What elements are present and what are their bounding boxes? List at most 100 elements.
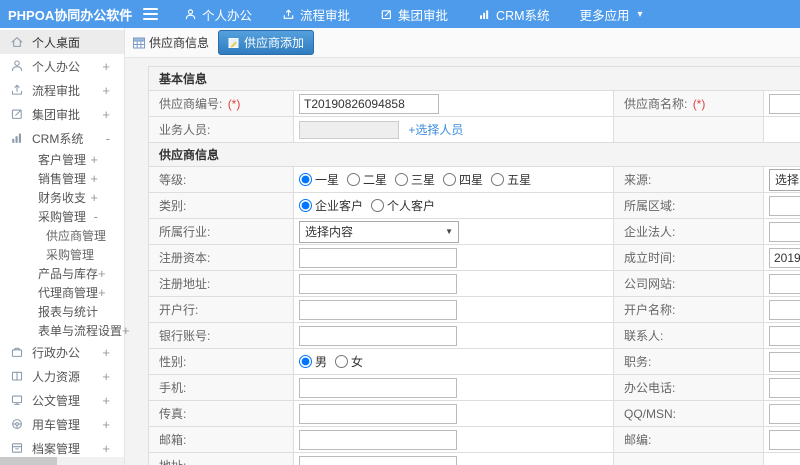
- radio-option[interactable]: 五星: [491, 171, 531, 188]
- sidebar-item-label: 个人办公: [32, 59, 81, 74]
- radio-option[interactable]: 二星: [347, 171, 387, 188]
- supplier-name-input[interactable]: [769, 93, 800, 114]
- sidebar-item-purchasing[interactable]: 采购管理: [0, 245, 124, 264]
- category-radio[interactable]: [299, 199, 312, 212]
- gender-radio[interactable]: [335, 355, 349, 368]
- supplier-name-cell: [762, 90, 800, 117]
- position-input[interactable]: [769, 351, 800, 372]
- contact-input[interactable]: [769, 325, 800, 346]
- sidebar-item-supplier-mgmt[interactable]: 供应商管理: [0, 226, 124, 245]
- topnav-item-more-apps[interactable]: 更多应用 ▾: [580, 5, 643, 24]
- category-radio[interactable]: [371, 199, 385, 212]
- sidebar-item-personal-office[interactable]: 个人办公 +: [0, 54, 124, 78]
- level-radio[interactable]: [347, 173, 361, 186]
- level-radio[interactable]: [299, 173, 312, 186]
- region-input[interactable]: [769, 195, 800, 216]
- supplier-no-input[interactable]: [299, 93, 439, 114]
- sales-person-input[interactable]: [299, 120, 399, 139]
- address-input[interactable]: [299, 455, 457, 465]
- sidebar-item-admin-office[interactable]: 行政办公 +: [0, 340, 124, 364]
- expander[interactable]: +: [98, 266, 106, 281]
- topnav-item-group-approval[interactable]: 集团审批: [380, 5, 448, 24]
- sidebar-item-vehicle-mgmt[interactable]: 用车管理 +: [0, 412, 124, 436]
- expander[interactable]: +: [102, 107, 110, 122]
- radio-option[interactable]: 一星: [299, 171, 339, 188]
- radio-option[interactable]: 企业客户: [299, 197, 363, 214]
- radio-option[interactable]: 三星: [395, 171, 435, 188]
- expander[interactable]: +: [102, 393, 110, 408]
- legal-person-input[interactable]: [769, 221, 800, 242]
- sidebar-item-form-flow-settings[interactable]: 表单与流程设置 +: [0, 321, 130, 340]
- sidebar-item-sales-mgmt[interactable]: 销售管理 +: [0, 169, 124, 188]
- office-phone-cell: [762, 374, 800, 401]
- expander[interactable]: -: [106, 131, 110, 146]
- level-radio[interactable]: [443, 173, 457, 186]
- expander[interactable]: +: [102, 59, 110, 74]
- bank-input[interactable]: [299, 299, 457, 320]
- topnav-item-personal-office[interactable]: 个人办公: [184, 5, 252, 24]
- sidebar-item-reports-stats[interactable]: 报表与统计: [0, 302, 124, 321]
- topbar: PHPOA协同办公软件 个人办公 流程审批 集团审批 CRM系统 更多应用 ▾: [0, 0, 800, 28]
- qq-msn-input[interactable]: [769, 403, 800, 424]
- level-radio[interactable]: [491, 173, 505, 186]
- sidebar-scrollbar-thumb[interactable]: [0, 457, 57, 465]
- expander[interactable]: +: [102, 345, 110, 360]
- office-phone-input[interactable]: [769, 377, 800, 398]
- industry-select[interactable]: 选择内容 ▼: [299, 220, 459, 243]
- label-text: 公司网站:: [624, 277, 676, 291]
- gender-radio[interactable]: [299, 355, 312, 368]
- sidebar-item-purchase-mgmt[interactable]: 采购管理 -: [0, 207, 124, 226]
- registered-capital-input[interactable]: [299, 247, 457, 268]
- expander[interactable]: +: [90, 190, 98, 205]
- fax-input[interactable]: [299, 403, 457, 424]
- radio-option[interactable]: 四星: [443, 171, 483, 188]
- label-text: 类别:: [159, 199, 187, 213]
- expander[interactable]: +: [102, 83, 110, 98]
- tab-supplier-list[interactable]: 供应商信息: [133, 34, 209, 51]
- radio-option[interactable]: 女: [335, 353, 363, 370]
- expander[interactable]: +: [102, 369, 110, 384]
- sidebar-item-agent-mgmt[interactable]: 代理商管理 +: [0, 283, 124, 302]
- zip-code-input[interactable]: [769, 429, 800, 450]
- radio-option[interactable]: 男: [299, 353, 327, 370]
- expander[interactable]: +: [122, 323, 130, 338]
- expander[interactable]: +: [90, 171, 98, 186]
- sidebar-item-group-approval[interactable]: 集团审批 +: [0, 102, 124, 126]
- sidebar-item-finance[interactable]: 财务收支 +: [0, 188, 124, 207]
- expander[interactable]: +: [90, 152, 98, 167]
- email-input[interactable]: [299, 429, 457, 450]
- sidebar-scrollbar: [0, 457, 124, 465]
- expander[interactable]: +: [98, 285, 106, 300]
- sidebar-item-product-inventory[interactable]: 产品与库存 +: [0, 264, 124, 283]
- sidebar-item-personal-desktop[interactable]: 个人桌面: [0, 30, 124, 54]
- website-cell: [762, 270, 800, 297]
- radio-option[interactable]: 个人客户: [371, 197, 435, 214]
- label-text: 联系人:: [624, 329, 664, 343]
- established-date-input[interactable]: [769, 247, 800, 268]
- choose-person-link[interactable]: +选择人员: [408, 123, 463, 137]
- source-label: 来源:: [613, 166, 764, 193]
- sidebar-item-customer-mgmt[interactable]: 客户管理 +: [0, 150, 124, 169]
- level-radio[interactable]: [395, 173, 409, 186]
- topnav-item-process-approval[interactable]: 流程审批: [282, 5, 350, 24]
- expander[interactable]: +: [102, 417, 110, 432]
- expander[interactable]: +: [102, 441, 110, 456]
- fax-label: 传真:: [148, 400, 294, 427]
- level-cell: 一星 二星 三星 四星 五星: [293, 166, 614, 193]
- monitor-icon: [11, 395, 23, 405]
- source-select[interactable]: 选择内容 ▼: [769, 168, 800, 191]
- registered-address-input[interactable]: [299, 273, 457, 294]
- mobile-input[interactable]: [299, 377, 457, 398]
- sidebar-item-process-approval[interactable]: 流程审批 +: [0, 78, 124, 102]
- expander[interactable]: -: [94, 209, 98, 224]
- sidebar-item-crm[interactable]: CRM系统 -: [0, 126, 124, 150]
- topnav-item-crm[interactable]: CRM系统: [478, 5, 550, 24]
- sidebar-item-document-mgmt[interactable]: 公文管理 +: [0, 388, 124, 412]
- sidebar-item-hr[interactable]: 人力资源 +: [0, 364, 124, 388]
- tab-supplier-add[interactable]: 供应商添加: [218, 30, 315, 55]
- menu-toggle-icon[interactable]: [143, 8, 158, 20]
- level-label: 等级:: [148, 166, 294, 193]
- website-input[interactable]: [769, 273, 800, 294]
- bank-account-input[interactable]: [299, 325, 457, 346]
- account-name-input[interactable]: [769, 299, 800, 320]
